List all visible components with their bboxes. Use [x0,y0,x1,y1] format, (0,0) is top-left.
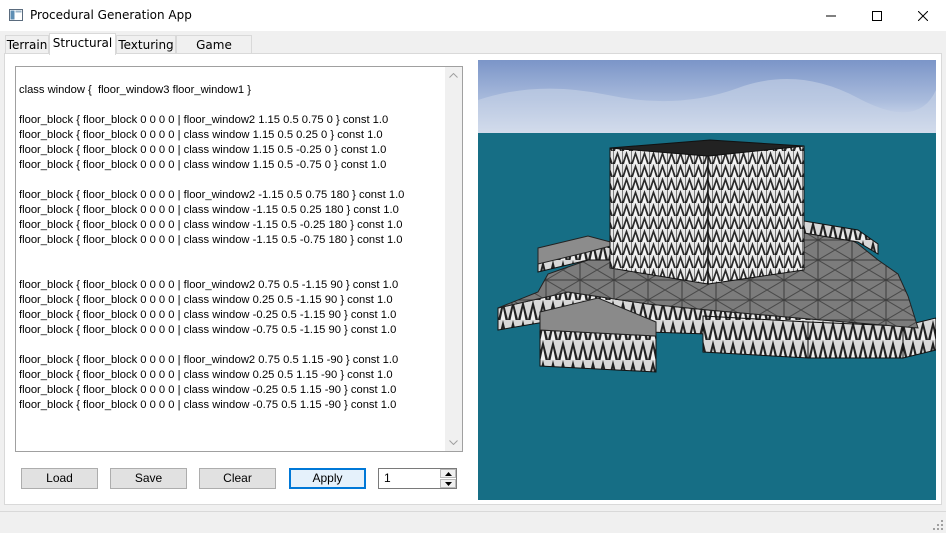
scroll-up-button[interactable] [445,67,462,84]
minimize-button[interactable] [808,0,854,31]
code-line: floor_block { floor_block 0 0 0 0 | floo… [19,189,405,201]
3d-viewport[interactable] [478,60,936,500]
tab-texturing[interactable]: Texturing [116,35,176,54]
tab-game-demo[interactable]: Game Demo [176,35,252,70]
code-line: floor_block { floor_block 0 0 0 0 | clas… [19,234,403,246]
save-button[interactable]: Save [110,468,187,489]
load-button[interactable]: Load [21,468,98,489]
chevron-up-icon [449,73,458,78]
code-line: floor_block { floor_block 0 0 0 0 | clas… [19,294,393,306]
code-line: floor_block { floor_block 0 0 0 0 | floo… [19,114,389,126]
code-line: floor_block { floor_block 0 0 0 0 | floo… [19,279,399,291]
code-line: floor_block { floor_block 0 0 0 0 | clas… [19,309,397,321]
iterations-spinbox[interactable]: 1 [378,468,457,489]
triangle-down-icon [444,481,452,486]
spinbox-value[interactable]: 1 [384,471,391,485]
close-icon [918,10,928,21]
window-title: Procedural Generation App [30,8,192,22]
scene-render [478,60,936,500]
spin-up-button[interactable] [440,469,456,478]
minimize-icon [826,15,836,16]
code-line: floor_block { floor_block 0 0 0 0 | clas… [19,144,387,156]
tab-terrain[interactable]: Terrain [5,35,49,54]
code-line: class window { floor_window3 floor_windo… [19,84,251,96]
clear-button[interactable]: Clear [199,468,276,489]
chevron-down-icon [449,440,458,445]
spinbox-buttons [440,469,456,488]
scroll-down-button[interactable] [445,434,462,451]
code-line: floor_block { floor_block 0 0 0 0 | clas… [19,399,397,411]
code-line: floor_block { floor_block 0 0 0 0 | clas… [19,384,397,396]
code-line: floor_block { floor_block 0 0 0 0 | clas… [19,369,393,381]
triangle-up-icon [444,471,452,476]
code-line: floor_block { floor_block 0 0 0 0 | clas… [19,129,383,141]
tab-structural[interactable]: Structural [49,33,116,55]
resize-grip-icon[interactable] [933,520,944,531]
status-bar [0,511,946,533]
title-bar: Procedural Generation App [0,0,946,31]
rules-text: class window { floor_window3 floor_windo… [19,83,404,413]
spin-down-button[interactable] [440,479,456,488]
maximize-icon [872,10,882,21]
apply-button[interactable]: Apply [289,468,366,489]
code-line: floor_block { floor_block 0 0 0 0 | clas… [19,219,403,231]
code-line: floor_block { floor_block 0 0 0 0 | floo… [19,354,399,366]
rules-editor[interactable]: class window { floor_window3 floor_windo… [15,66,463,452]
code-line: floor_block { floor_block 0 0 0 0 | clas… [19,324,397,336]
code-line: floor_block { floor_block 0 0 0 0 | clas… [19,204,399,216]
vertical-scrollbar[interactable] [445,67,462,451]
close-button[interactable] [900,0,946,31]
app-icon [9,9,23,21]
maximize-button[interactable] [854,0,900,31]
code-line: floor_block { floor_block 0 0 0 0 | clas… [19,159,387,171]
